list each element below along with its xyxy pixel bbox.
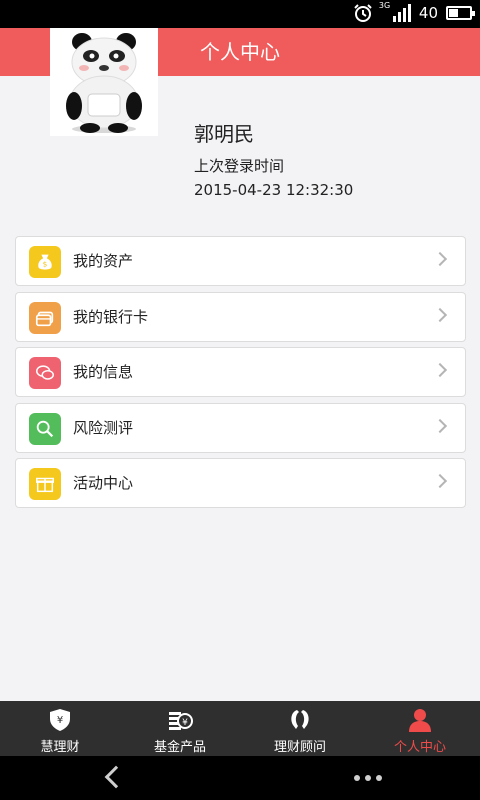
signal-icon: 3G xyxy=(378,1,411,22)
system-nav-bar xyxy=(0,756,480,800)
menu-item-label: 我的资产 xyxy=(73,252,134,270)
message-icon xyxy=(29,357,61,389)
coins-icon: ¥ xyxy=(169,712,193,730)
tab-label: 慧理财 xyxy=(40,740,80,755)
shield-yen-icon: ¥ xyxy=(50,709,70,731)
search-icon xyxy=(29,412,61,445)
svg-text:$: $ xyxy=(43,260,48,269)
chevron-right-icon xyxy=(432,251,448,267)
menu-item-messages[interactable]: 我的信息 xyxy=(15,347,466,397)
battery-text: 40 xyxy=(418,4,438,22)
menu-item-label: 我的银行卡 xyxy=(73,307,149,326)
chevron-right-icon xyxy=(432,473,448,489)
back-icon[interactable] xyxy=(104,765,128,789)
avatar[interactable] xyxy=(50,28,158,136)
bottom-tab-bar: ¥ 慧理财 ¥ 基金产品 理财顾问 个人中心 xyxy=(0,701,480,756)
menu-list: $ 我的资产 我的银行卡 我的信息 风险测评 活动中心 xyxy=(15,236,466,514)
tab-personal-center[interactable]: 个人中心 xyxy=(360,701,480,756)
network-tag: 3G xyxy=(378,1,391,10)
page-title: 个人中心 xyxy=(200,40,280,64)
menu-item-assets[interactable]: $ 我的资产 xyxy=(15,236,466,286)
menu-item-label: 活动中心 xyxy=(73,474,134,492)
alarm-icon xyxy=(354,4,372,22)
money-bag-icon: $ xyxy=(29,246,61,278)
battery-fill xyxy=(449,9,458,17)
menu-item-activity-center[interactable]: 活动中心 xyxy=(15,458,466,508)
battery-icon xyxy=(446,6,475,20)
status-bar: 3G 40 xyxy=(0,0,480,28)
tab-wealth[interactable]: ¥ 慧理财 xyxy=(0,701,120,756)
menu-item-bank-cards[interactable]: 我的银行卡 xyxy=(15,291,466,342)
menu-item-label: 风险测评 xyxy=(73,418,134,437)
user-name: 郭明民 xyxy=(194,122,254,146)
bank-card-icon xyxy=(29,301,61,334)
advisor-icon xyxy=(291,710,309,729)
tab-label: 理财顾问 xyxy=(273,740,326,755)
chevron-right-icon xyxy=(432,362,448,378)
last-login-label: 上次登录时间 xyxy=(194,157,285,175)
tab-label: 个人中心 xyxy=(393,740,446,755)
chevron-right-icon xyxy=(432,418,448,433)
panda-avatar-icon xyxy=(66,33,142,133)
last-login-time: 2015-04-23 12:32:30 xyxy=(194,181,354,199)
tab-label: 基金产品 xyxy=(153,740,206,755)
menu-item-risk-assessment[interactable]: 风险测评 xyxy=(15,402,466,453)
menu-item-label: 我的信息 xyxy=(73,363,134,381)
tab-advisor[interactable]: 理财顾问 xyxy=(240,701,360,756)
person-icon xyxy=(409,709,431,732)
gift-icon xyxy=(29,468,61,500)
chevron-right-icon xyxy=(432,307,448,322)
tab-fund-products[interactable]: ¥ 基金产品 xyxy=(120,701,240,756)
svg-text:¥: ¥ xyxy=(57,715,63,726)
more-icon[interactable] xyxy=(354,775,382,781)
svg-text:¥: ¥ xyxy=(182,718,188,728)
